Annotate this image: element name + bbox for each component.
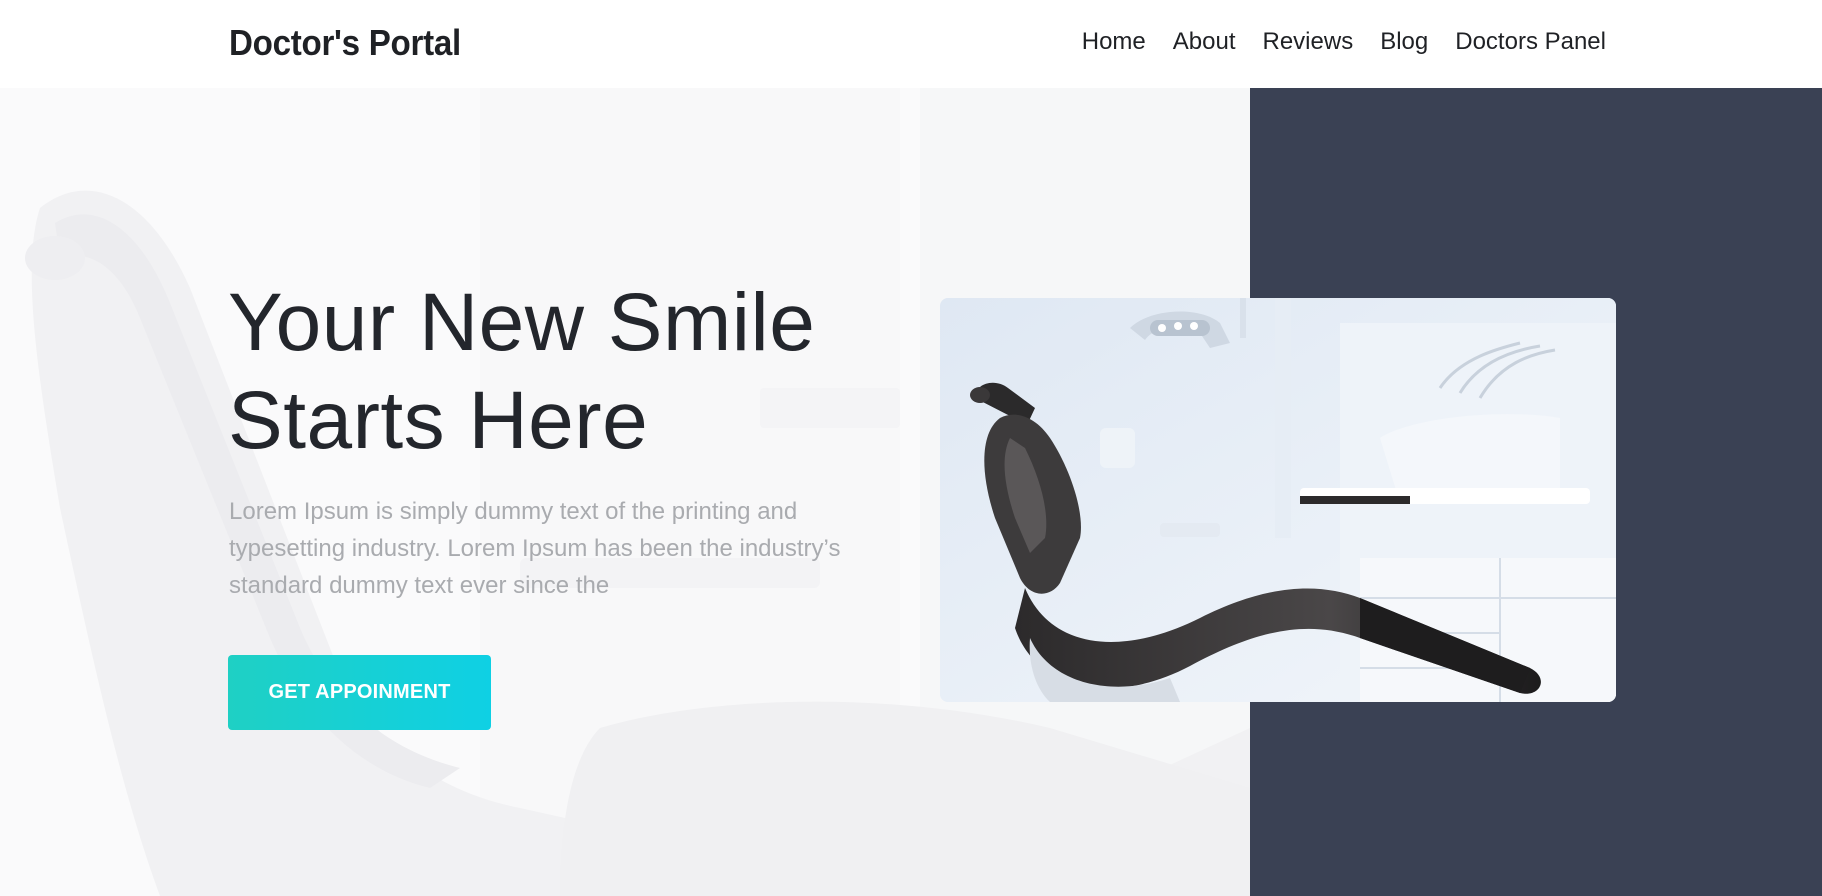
get-appointment-button[interactable]: GET APPOINMENT	[228, 655, 491, 730]
dental-chair-illustration	[940, 298, 1616, 702]
dental-chair-photo	[940, 298, 1616, 702]
hero-title: Your New Smile Starts Here	[228, 274, 908, 470]
nav-item-about: About	[1173, 28, 1236, 56]
hero-title-line2: Starts Here	[228, 375, 649, 466]
nav-item-reviews: Reviews	[1263, 28, 1354, 56]
nav-link-reviews[interactable]: Reviews	[1263, 28, 1354, 55]
nav-item-doctors-panel: Doctors Panel	[1455, 28, 1606, 56]
nav-link-about[interactable]: About	[1173, 28, 1236, 55]
nav-links: Home About Reviews Blog Doctors Panel	[1082, 28, 1606, 56]
navbar: Doctor's Portal Home About Reviews Blog …	[0, 0, 1822, 88]
hero-description: Lorem Ipsum is simply dummy text of the …	[229, 498, 841, 599]
hero-section: Your New Smile Starts Here Lorem Ipsum i…	[0, 88, 1822, 896]
hero-title-line1: Your New Smile	[228, 277, 816, 368]
brand-logo[interactable]: Doctor's Portal	[229, 22, 461, 64]
nav-item-blog: Blog	[1380, 28, 1428, 56]
nav-link-blog[interactable]: Blog	[1380, 28, 1428, 55]
nav-link-home[interactable]: Home	[1082, 28, 1146, 55]
nav-link-doctors-panel[interactable]: Doctors Panel	[1455, 28, 1606, 55]
nav-item-home: Home	[1082, 28, 1146, 56]
